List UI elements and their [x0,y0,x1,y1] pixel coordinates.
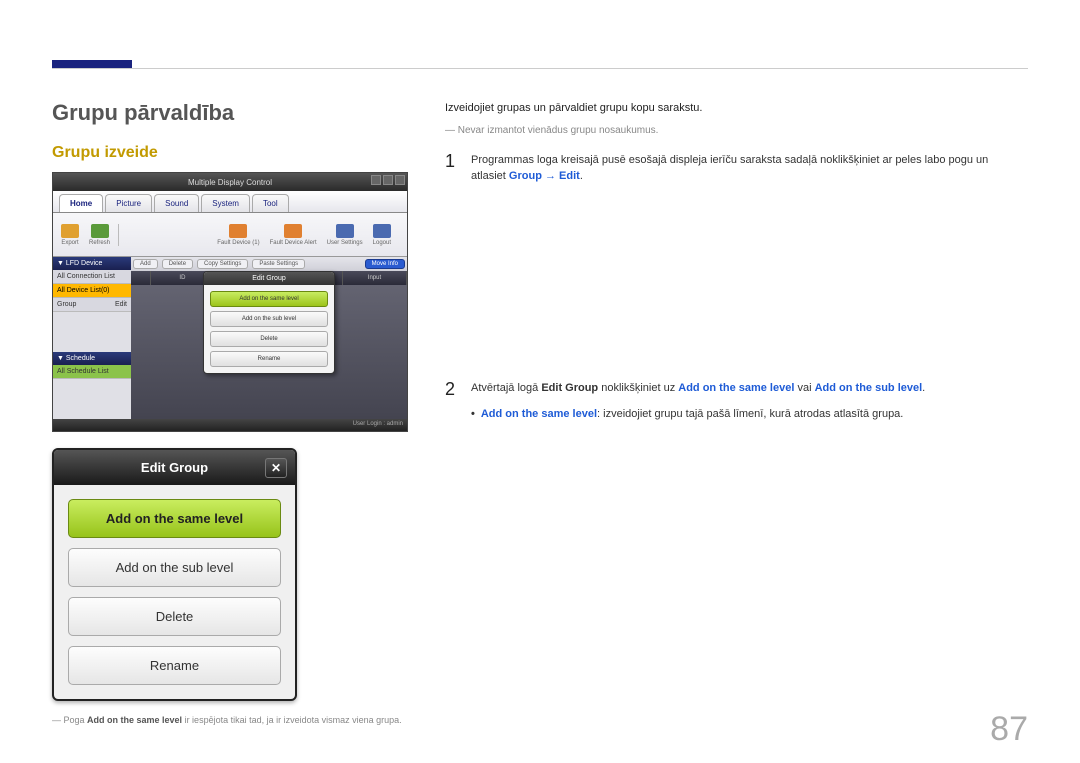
page-number: 87 [990,710,1028,749]
user-settings-button[interactable]: User Settings [327,224,363,246]
window-buttons [371,175,405,185]
sidebar-all-schedule[interactable]: All Schedule List [53,365,131,379]
tab-home[interactable]: Home [59,194,103,212]
step-2: 2 Atvērtajā logā Edit Group noklikšķinie… [445,380,1020,398]
step-2-number: 2 [445,380,459,398]
edit-group-popup: Edit Group Add on the same level Add on … [203,271,335,374]
ribbon: Export Refresh Fault Device (1) Fault De… [53,213,407,257]
header-accent [52,60,132,68]
header-rule [52,68,1028,69]
intro-text: Izveidojiet grupas un pārvaldiet grupu k… [445,100,1020,117]
step-2-block: 2 Atvērtajā logā Edit Group noklikšķinie… [445,380,1020,420]
main-tabs: Home Picture Sound System Tool [53,191,407,213]
dialog-title: Edit Group ✕ [54,450,295,485]
move-info-button[interactable]: Move Info [365,259,405,269]
export-button[interactable]: Export [61,224,79,246]
dialog-delete[interactable]: Delete [68,597,281,636]
add-button[interactable]: Add [133,259,158,269]
logout-button[interactable]: Logout [373,224,391,246]
max-icon [383,175,393,185]
step-2-bullet: • Add on the same level: izveidojiet gru… [445,408,1020,420]
dialog-add-same-level[interactable]: Add on the same level [68,499,281,538]
app-titlebar: Multiple Display Control [53,173,407,191]
close-icon [395,175,405,185]
left-column: Grupu pārvaldība Grupu izveide Multiple … [52,100,412,725]
sidebar-header-lfd[interactable]: ▼ LFD Device [53,257,131,270]
fault-device-button[interactable]: Fault Device (1) [217,224,259,246]
popup-add-same-level[interactable]: Add on the same level [210,291,328,307]
mdc-screenshot: Multiple Display Control Home Picture So… [52,172,408,432]
dialog-rename[interactable]: Rename [68,646,281,685]
popup-add-sub-level[interactable]: Add on the sub level [210,311,328,327]
step-1-number: 1 [445,152,459,185]
bullet-dot-icon: • [471,408,475,420]
sidebar-all-connection[interactable]: All Connection List [53,270,131,284]
min-icon [371,175,381,185]
sidebar-group-edit[interactable]: GroupEdit [53,298,131,312]
popup-rename[interactable]: Rename [210,351,328,367]
sidebar-all-device[interactable]: All Device List(0) [53,284,131,298]
section-title: Grupu izveide [52,144,412,162]
refresh-button[interactable]: Refresh [89,224,110,246]
popup-delete[interactable]: Delete [210,331,328,347]
dialog-close-button[interactable]: ✕ [265,458,287,478]
copy-settings-button[interactable]: Copy Settings [197,259,248,269]
sidebar: ▼ LFD Device All Connection List All Dev… [53,257,131,419]
sidebar-header-schedule[interactable]: ▼ Schedule [53,352,131,365]
step-2-body: Atvērtajā logā Edit Group noklikšķiniet … [471,380,1020,398]
tab-picture[interactable]: Picture [105,194,152,212]
step-1-body: Programmas loga kreisajā pusē esošajā di… [471,152,1020,185]
fault-alert-button[interactable]: Fault Device Alert [270,224,317,246]
tab-system[interactable]: System [201,194,250,212]
delete-button[interactable]: Delete [162,259,193,269]
edit-group-dialog: Edit Group ✕ Add on the same level Add o… [52,448,297,701]
app-title: Multiple Display Control [188,178,272,187]
step-1: 1 Programmas loga kreisajā pusē esošajā … [445,152,1020,185]
popup-title: Edit Group [204,272,334,285]
status-bar: User Login : admin [53,419,407,431]
footnote: ― Poga Add on the same level ir iespējot… [52,715,412,725]
paste-settings-button[interactable]: Paste Settings [252,259,305,269]
tab-tool[interactable]: Tool [252,194,289,212]
main-toolbar: Add Delete Copy Settings Paste Settings … [131,257,407,271]
tab-sound[interactable]: Sound [154,194,199,212]
note-text: ― Nevar izmantot vienādus grupu nosaukum… [445,123,1020,138]
main-panel: Add Delete Copy Settings Paste Settings … [131,257,407,419]
right-column: Izveidojiet grupas un pārvaldiet grupu k… [445,100,1020,195]
page-title: Grupu pārvaldība [52,100,412,126]
dialog-add-sub-level[interactable]: Add on the sub level [68,548,281,587]
